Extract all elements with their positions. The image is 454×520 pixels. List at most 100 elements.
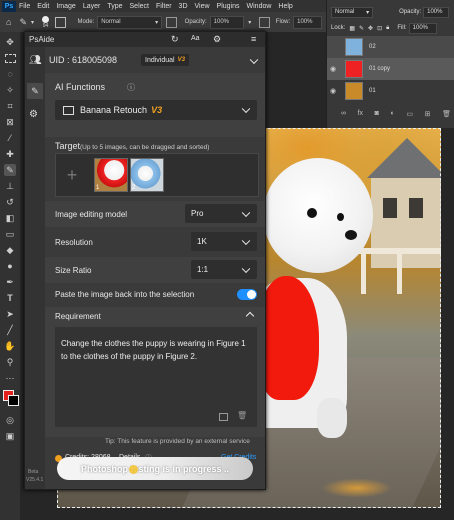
chevron-down-icon [241, 264, 251, 273]
eyedropper-tool-icon[interactable]: ⁄ [4, 132, 16, 144]
progress-button[interactable]: Photoshop testing is in progress .. [57, 457, 253, 480]
dropdown-chevron-icon[interactable]: ▾ [31, 19, 34, 26]
collapse-icon[interactable] [245, 311, 255, 321]
quick-mask-icon[interactable]: ◎ [4, 414, 16, 426]
trash-icon[interactable]: 🗑︎ [442, 110, 451, 122]
lock-artboard-icon[interactable]: ⊡ [377, 25, 382, 32]
menu-file[interactable]: File [19, 3, 30, 10]
link-layers-icon[interactable]: ∞ [341, 110, 346, 122]
lock-move-icon[interactable]: ✥ [368, 25, 373, 32]
menu-window[interactable]: Window [247, 3, 272, 10]
font-size-icon[interactable]: Aa [191, 35, 200, 42]
pressure-opacity-icon[interactable] [259, 16, 270, 28]
frame-tool-icon[interactable]: ⊠ [4, 116, 16, 128]
crop-tool-icon[interactable]: ⌗ [4, 100, 16, 112]
opacity-field[interactable]: 100% [209, 15, 245, 29]
type-tool-icon[interactable]: T [4, 292, 16, 304]
marquee-tool-icon[interactable] [4, 52, 16, 64]
brush-size-value: 94 [42, 22, 49, 29]
adjustment-layer-icon[interactable]: ◐ [391, 110, 395, 122]
brush-tool-icon[interactable]: ✎ [19, 17, 27, 28]
more-tools-icon[interactable]: ⋯ [4, 372, 16, 384]
menu-type[interactable]: Type [107, 3, 122, 10]
resolution-dropdown[interactable]: 1K [191, 232, 257, 251]
path-selection-tool-icon[interactable]: ➤ [4, 308, 16, 320]
target-thumbnail[interactable]: 2 [130, 158, 164, 192]
menu-plugins[interactable]: Plugins [217, 3, 240, 10]
opacity-chevron-icon[interactable]: ▾ [248, 19, 251, 26]
flow-field[interactable]: 100% [293, 15, 322, 29]
layer-name[interactable]: 02 [369, 44, 376, 50]
screen-mode-icon[interactable]: ▣ [4, 430, 16, 442]
user-icon[interactable]: 👥︎ [29, 55, 42, 66]
lock-all-icon[interactable]: 🔒︎ [386, 25, 389, 32]
refresh-icon[interactable]: ↻ [171, 34, 179, 45]
add-mask-icon[interactable]: ◙ [375, 110, 379, 122]
menu-3d[interactable]: 3D [179, 3, 188, 10]
lock-label: Lock: [331, 25, 346, 31]
add-image-button[interactable]: + [56, 154, 88, 196]
brush-settings-icon[interactable] [55, 16, 66, 28]
menu-view[interactable]: View [195, 3, 210, 10]
menu-icon[interactable]: ≡ [251, 34, 256, 44]
new-layer-icon[interactable]: ⊞ [425, 110, 431, 122]
lock-transparent-icon[interactable]: ▦ [349, 25, 355, 32]
history-brush-tool-icon[interactable]: ↺ [4, 196, 16, 208]
layer-row[interactable]: ◉ 01 copy [327, 58, 454, 80]
eye-icon[interactable]: ◉ [327, 87, 339, 95]
blur-tool-icon[interactable]: ◆ [4, 244, 16, 256]
clone-stamp-tool-icon[interactable]: ⊥ [4, 180, 16, 192]
function-dropdown[interactable]: Banana Retouch V3 [55, 100, 257, 120]
gradient-tool-icon[interactable]: ▭ [4, 228, 16, 240]
pen-tool-icon[interactable]: ✒ [4, 276, 16, 288]
chevron-down-icon: ▾ [366, 9, 370, 16]
hand-tool-icon[interactable]: ✋ [4, 340, 16, 352]
trash-icon[interactable]: 🗑︎ [237, 411, 247, 420]
eye-icon[interactable]: ◉ [327, 65, 339, 73]
target-thumbnail[interactable]: 1 [94, 158, 128, 192]
settings-tab-icon[interactable]: ⚙ [29, 109, 38, 120]
lock-brush-icon[interactable]: ✎ [359, 25, 364, 32]
edit-tab-icon[interactable]: ✎ [27, 83, 43, 99]
panel-titlebar[interactable]: PsAide ↻ Aa ⚙ ≡ [25, 32, 265, 47]
menu-help[interactable]: Help [278, 3, 292, 10]
new-group-icon[interactable]: ▭ [406, 110, 413, 122]
brush-tool-icon[interactable]: ✎ [4, 164, 16, 176]
lasso-tool-icon[interactable]: ◌ [4, 68, 16, 80]
brush-preset-picker[interactable]: 94 [42, 15, 49, 29]
layer-name[interactable]: 01 copy [369, 66, 390, 72]
fill-field[interactable]: 100% [408, 22, 437, 34]
home-icon[interactable]: ⌂ [6, 17, 11, 27]
image-attach-icon[interactable] [219, 413, 228, 421]
move-tool-icon[interactable]: ✥ [4, 36, 16, 48]
background-color-swatch[interactable] [8, 395, 19, 406]
uid-chevron-icon[interactable] [249, 55, 259, 65]
settings-icon[interactable]: ⚙ [213, 34, 221, 45]
menu-edit[interactable]: Edit [37, 3, 49, 10]
plan-badge-group[interactable]: Individual V3 [141, 54, 189, 66]
color-swatches[interactable] [0, 388, 20, 410]
mode-dropdown[interactable]: Normal ▾ [97, 15, 163, 29]
line-tool-icon[interactable]: ╱ [4, 324, 16, 336]
layer-name[interactable]: 01 [369, 88, 376, 94]
requirement-textarea[interactable]: Change the clothes the puppy is wearing … [55, 327, 257, 427]
zoom-tool-icon[interactable]: ⚲ [4, 356, 16, 368]
ratio-dropdown[interactable]: 1:1 [191, 260, 257, 279]
menu-select[interactable]: Select [130, 3, 149, 10]
menu-filter[interactable]: Filter [156, 3, 172, 10]
dodge-tool-icon[interactable]: ● [4, 260, 16, 272]
layer-style-icon[interactable]: fx [358, 110, 363, 122]
model-dropdown[interactable]: Pro [185, 204, 257, 223]
layer-row[interactable]: 02 [327, 36, 454, 58]
eraser-tool-icon[interactable]: ◧ [4, 212, 16, 224]
layer-opacity-field[interactable]: 100% [423, 6, 449, 18]
menu-image[interactable]: Image [56, 3, 75, 10]
quick-select-tool-icon[interactable]: ✧ [4, 84, 16, 96]
healing-brush-tool-icon[interactable]: ✚ [4, 148, 16, 160]
layer-row[interactable]: ◉ 01 [327, 80, 454, 102]
pressure-icon[interactable] [166, 16, 177, 28]
menu-layer[interactable]: Layer [83, 3, 101, 10]
blend-mode-dropdown[interactable]: Normal ▾ [331, 6, 374, 18]
paste-toggle[interactable] [237, 289, 257, 300]
info-icon[interactable]: ⓘ [127, 82, 135, 93]
